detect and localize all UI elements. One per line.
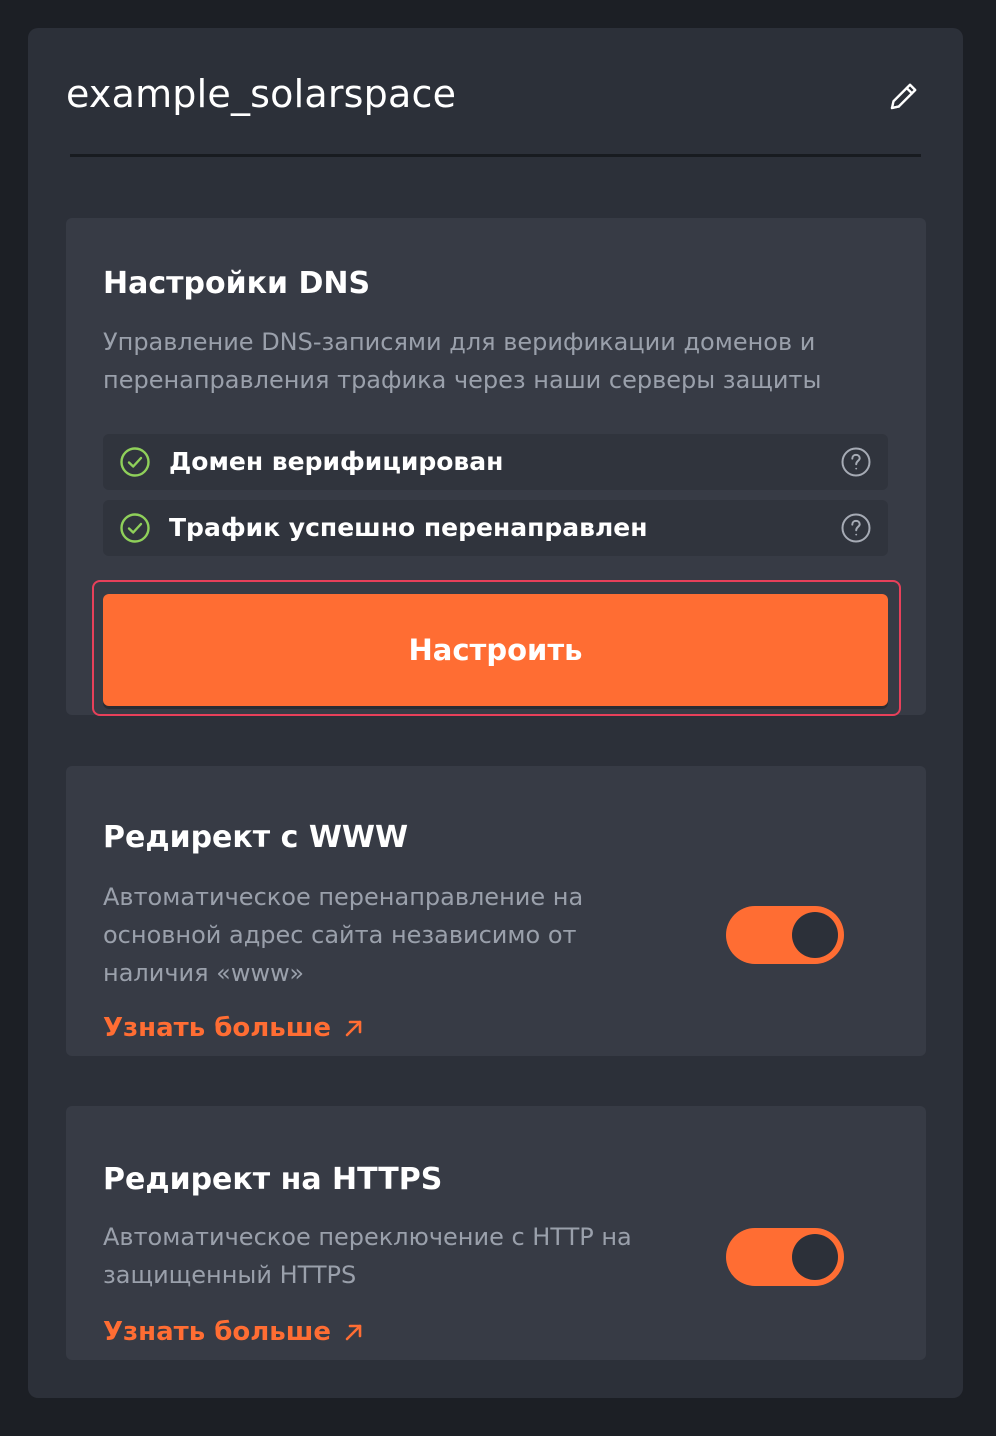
dns-settings-card: Настройки DNS Управление DNS-записями дл… xyxy=(66,218,926,716)
learn-more-label: Узнать больше xyxy=(103,1013,331,1043)
learn-more-label: Узнать больше xyxy=(103,1317,331,1347)
www-redirect-card: Редирект с WWW Автоматическое перенаправ… xyxy=(66,766,926,1056)
https-redirect-title: Редирект на HTTPS xyxy=(103,1162,443,1197)
toggle-knob xyxy=(792,1234,838,1280)
status-label: Домен верифицирован xyxy=(169,447,504,476)
https-learn-more-link[interactable]: Узнать больше xyxy=(103,1314,365,1350)
www-redirect-toggle[interactable] xyxy=(726,906,844,964)
configure-button[interactable]: Настроить xyxy=(103,594,888,706)
https-redirect-toggle[interactable] xyxy=(726,1228,844,1286)
dns-card-title: Настройки DNS xyxy=(103,266,371,301)
pencil-icon[interactable] xyxy=(886,78,922,114)
https-redirect-description: Автоматическое переключение с HTTP на за… xyxy=(103,1223,632,1289)
check-circle-icon xyxy=(120,513,150,543)
header-divider xyxy=(70,154,921,157)
arrow-up-right-icon xyxy=(345,1020,362,1037)
site-name: example_solarspace xyxy=(66,72,457,116)
status-label: Трафик успешно перенаправлен xyxy=(169,513,648,542)
question-circle-icon[interactable] xyxy=(840,446,872,478)
status-traffic-redirected: Трафик успешно перенаправлен xyxy=(103,500,888,556)
status-domain-verified: Домен верифицирован xyxy=(103,434,888,490)
domain-settings-panel: example_solarspace Настройки DNS Управле… xyxy=(28,28,963,1398)
toggle-knob xyxy=(792,912,838,958)
https-redirect-card: Редирект на HTTPS Автоматическое переклю… xyxy=(66,1106,926,1360)
question-circle-icon[interactable] xyxy=(840,512,872,544)
www-redirect-title: Редирект с WWW xyxy=(103,820,409,855)
www-redirect-description: Автоматическое перенаправление на основн… xyxy=(103,883,584,987)
arrow-up-right-icon xyxy=(345,1324,362,1341)
check-circle-icon xyxy=(120,447,150,477)
dns-card-description: Управление DNS-записями для верификации … xyxy=(103,328,822,394)
www-learn-more-link[interactable]: Узнать больше xyxy=(103,1010,365,1046)
panel-header: example_solarspace xyxy=(66,68,922,124)
